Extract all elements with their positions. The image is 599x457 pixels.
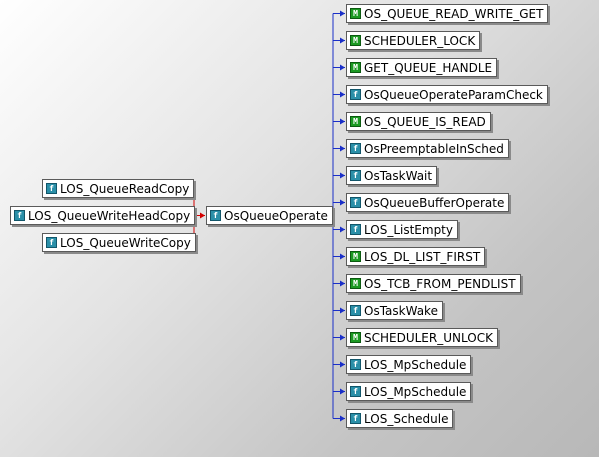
callee-arrow <box>340 118 345 125</box>
function-icon: f <box>46 237 57 248</box>
callee-arrow <box>340 388 345 395</box>
callee-arrow <box>340 280 345 287</box>
function-icon: f <box>350 386 361 397</box>
macro-icon: M <box>350 8 361 19</box>
node-label: SCHEDULER_LOCK <box>364 33 476 48</box>
node-label: OsQueueOperateParamCheck <box>364 87 543 102</box>
node-label: OsTaskWait <box>364 168 433 183</box>
callee-node[interactable]: f LOS_ListEmpty <box>346 220 458 239</box>
edge-layer <box>193 10 345 422</box>
node-label: LOS_QueueWriteCopy <box>60 235 191 250</box>
node-label: LOS_MpSchedule <box>364 357 467 372</box>
callee-node[interactable]: M OS_QUEUE_IS_READ <box>346 112 491 131</box>
callee-arrow <box>340 361 345 368</box>
node-label: OsTaskWake <box>364 303 438 318</box>
function-icon: f <box>350 89 361 100</box>
caller-node[interactable]: f LOS_QueueWriteCopy <box>42 233 196 252</box>
function-icon: f <box>46 183 57 194</box>
callee-node[interactable]: f OsPreemptableInSched <box>346 139 509 158</box>
callee-arrow <box>340 145 345 152</box>
function-icon: f <box>350 224 361 235</box>
function-icon: f <box>350 143 361 154</box>
callee-node[interactable]: f OsTaskWake <box>346 301 443 320</box>
callee-arrow <box>340 307 345 314</box>
callee-node[interactable]: M GET_QUEUE_HANDLE <box>346 58 498 77</box>
node-label: LOS_QueueReadCopy <box>60 181 190 196</box>
callee-arrow <box>340 91 345 98</box>
node-label: OS_QUEUE_READ_WRITE_GET <box>364 6 544 21</box>
function-icon: f <box>350 170 361 181</box>
node-label: LOS_ListEmpty <box>364 222 453 237</box>
callee-node[interactable]: f LOS_Schedule <box>346 409 454 428</box>
node-label: LOS_QueueWriteHeadCopy <box>28 208 191 223</box>
callee-arrow <box>340 10 345 17</box>
node-label: LOS_Schedule <box>364 411 449 426</box>
node-label: GET_QUEUE_HANDLE <box>364 60 493 75</box>
callee-arrow <box>340 172 345 179</box>
callee-arrow <box>340 64 345 71</box>
callee-node[interactable]: f LOS_MpSchedule <box>346 382 472 401</box>
macro-icon: M <box>350 116 361 127</box>
node-label: OS_QUEUE_IS_READ <box>364 114 486 129</box>
callee-node[interactable]: M SCHEDULER_UNLOCK <box>346 328 498 347</box>
function-icon: f <box>350 359 361 370</box>
caller-arrow <box>200 212 205 219</box>
node-label: OsQueueOperate <box>224 208 328 223</box>
function-icon: f <box>350 305 361 316</box>
function-icon: f <box>14 210 25 221</box>
function-icon: f <box>350 413 361 424</box>
macro-icon: M <box>350 62 361 73</box>
graph-canvas: f LOS_QueueReadCopy f LOS_QueueWriteHead… <box>0 0 599 457</box>
callee-node[interactable]: M SCHEDULER_LOCK <box>346 31 481 50</box>
callee-arrow <box>340 37 345 44</box>
callee-arrow <box>340 226 345 233</box>
callee-arrow <box>340 334 345 341</box>
callee-node[interactable]: f OsQueueOperateParamCheck <box>346 85 548 104</box>
callee-node[interactable]: f OsQueueBufferOperate <box>346 193 510 212</box>
callee-node[interactable]: M OS_TCB_FROM_PENDLIST <box>346 274 521 293</box>
caller-node[interactable]: f LOS_QueueWriteHeadCopy <box>10 206 196 225</box>
callee-node[interactable]: f OsTaskWait <box>346 166 438 185</box>
macro-icon: M <box>350 278 361 289</box>
function-icon: f <box>350 197 361 208</box>
callee-arrow <box>340 253 345 260</box>
callee-node[interactable]: f LOS_MpSchedule <box>346 355 472 374</box>
node-label: OsQueueBufferOperate <box>364 195 505 210</box>
macro-icon: M <box>350 35 361 46</box>
node-label: LOS_DL_LIST_FIRST <box>364 249 481 264</box>
callee-node[interactable]: M OS_QUEUE_READ_WRITE_GET <box>346 4 549 23</box>
node-label: SCHEDULER_UNLOCK <box>364 330 493 345</box>
callee-node[interactable]: M LOS_DL_LIST_FIRST <box>346 247 486 266</box>
node-label: OS_TCB_FROM_PENDLIST <box>364 276 516 291</box>
callee-arrow <box>340 199 345 206</box>
center-node[interactable]: f OsQueueOperate <box>206 206 333 225</box>
function-icon: f <box>210 210 221 221</box>
macro-icon: M <box>350 332 361 343</box>
node-label: OsPreemptableInSched <box>364 141 504 156</box>
callee-arrow <box>340 415 345 422</box>
node-label: LOS_MpSchedule <box>364 384 467 399</box>
caller-node[interactable]: f LOS_QueueReadCopy <box>42 179 195 198</box>
macro-icon: M <box>350 251 361 262</box>
